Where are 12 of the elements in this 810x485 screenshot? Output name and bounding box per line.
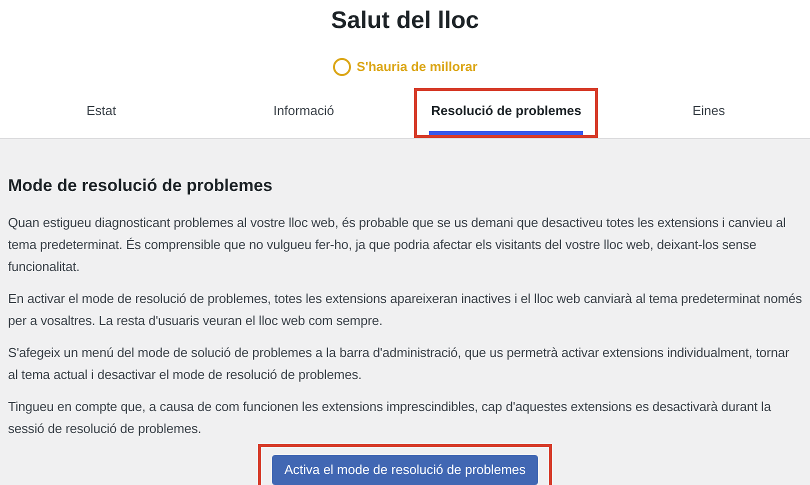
tab[interactable]: Eines: [690, 95, 728, 134]
activate-button[interactable]: Activa el mode de resolució de problemes: [272, 455, 538, 485]
paragraph: Tingueu en compte que, a causa de com funcionen les extensions imprescindibles, cap d'aquestes extensions es desactivarà durant la sessió de resolució de problemes.: [8, 398, 772, 438]
status-label: S'hauria de millorar: [356, 58, 478, 76]
paragraph: En activar el mode de resolució de problemes, totes les extensions apareixeran inactives i el lloc web canviarà al tema predeterminat només per a vosaltres. La resta d'usuaris veuran el lloc web com sempre.: [8, 290, 802, 330]
tab[interactable]: Estat: [84, 95, 118, 134]
paragraph: S'afegeix un menú del mode de solució de problemes a la barra d'administració, que us permetrà activar extensions individualment, tornar al tema actual i desactivar el mode de resolució de problemes.: [8, 344, 790, 384]
tab[interactable]: Informació: [271, 95, 336, 134]
tab[interactable]: Resolució de problemes: [429, 95, 584, 134]
page-title: Salut del lloc: [330, 6, 480, 36]
paragraph: Quan estigueu diagnosticant problemes al vostre lloc web, és probable que se us demani que desactiveu totes les extensions i canvieu al tema predeterminat. És comprensible que no vulgueu fer-ho, ja que podria afectar els visitants del vostre lloc web, deixant-los sense funcionalitat.: [8, 214, 787, 276]
section-heading: Mode de resolució de problemes: [8, 174, 274, 196]
